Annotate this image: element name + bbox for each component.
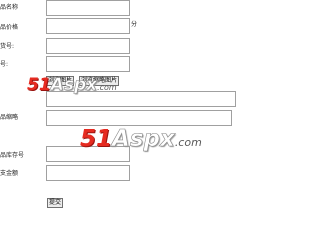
stock-number-label: 品库存号	[0, 152, 25, 159]
watermark-tld: .com	[174, 136, 202, 149]
product-name-input[interactable]	[46, 0, 130, 16]
number-label: 号:	[0, 61, 9, 68]
product-price-label: 品价格	[0, 24, 19, 31]
stock-number-input[interactable]	[46, 146, 130, 162]
amount-input[interactable]	[46, 165, 130, 181]
product-price-input[interactable]	[46, 18, 130, 34]
price-unit-label: 分	[131, 21, 138, 28]
submit-button[interactable]: 提交	[47, 198, 64, 208]
browse-image-button[interactable]: 浏览图片	[46, 76, 75, 86]
thumbnail-label: 品缩略	[0, 114, 19, 121]
number-input[interactable]	[46, 56, 130, 72]
product-name-label: 品名称	[0, 4, 19, 11]
image-path-input[interactable]	[46, 91, 236, 107]
amount-label: 支金额	[0, 170, 19, 177]
item-number-input[interactable]	[46, 38, 130, 54]
item-number-label: 货号:	[0, 43, 15, 50]
browse-thumbnail-button[interactable]: 浏览缩略图片	[79, 76, 120, 86]
thumbnail-path-input[interactable]	[46, 110, 232, 126]
